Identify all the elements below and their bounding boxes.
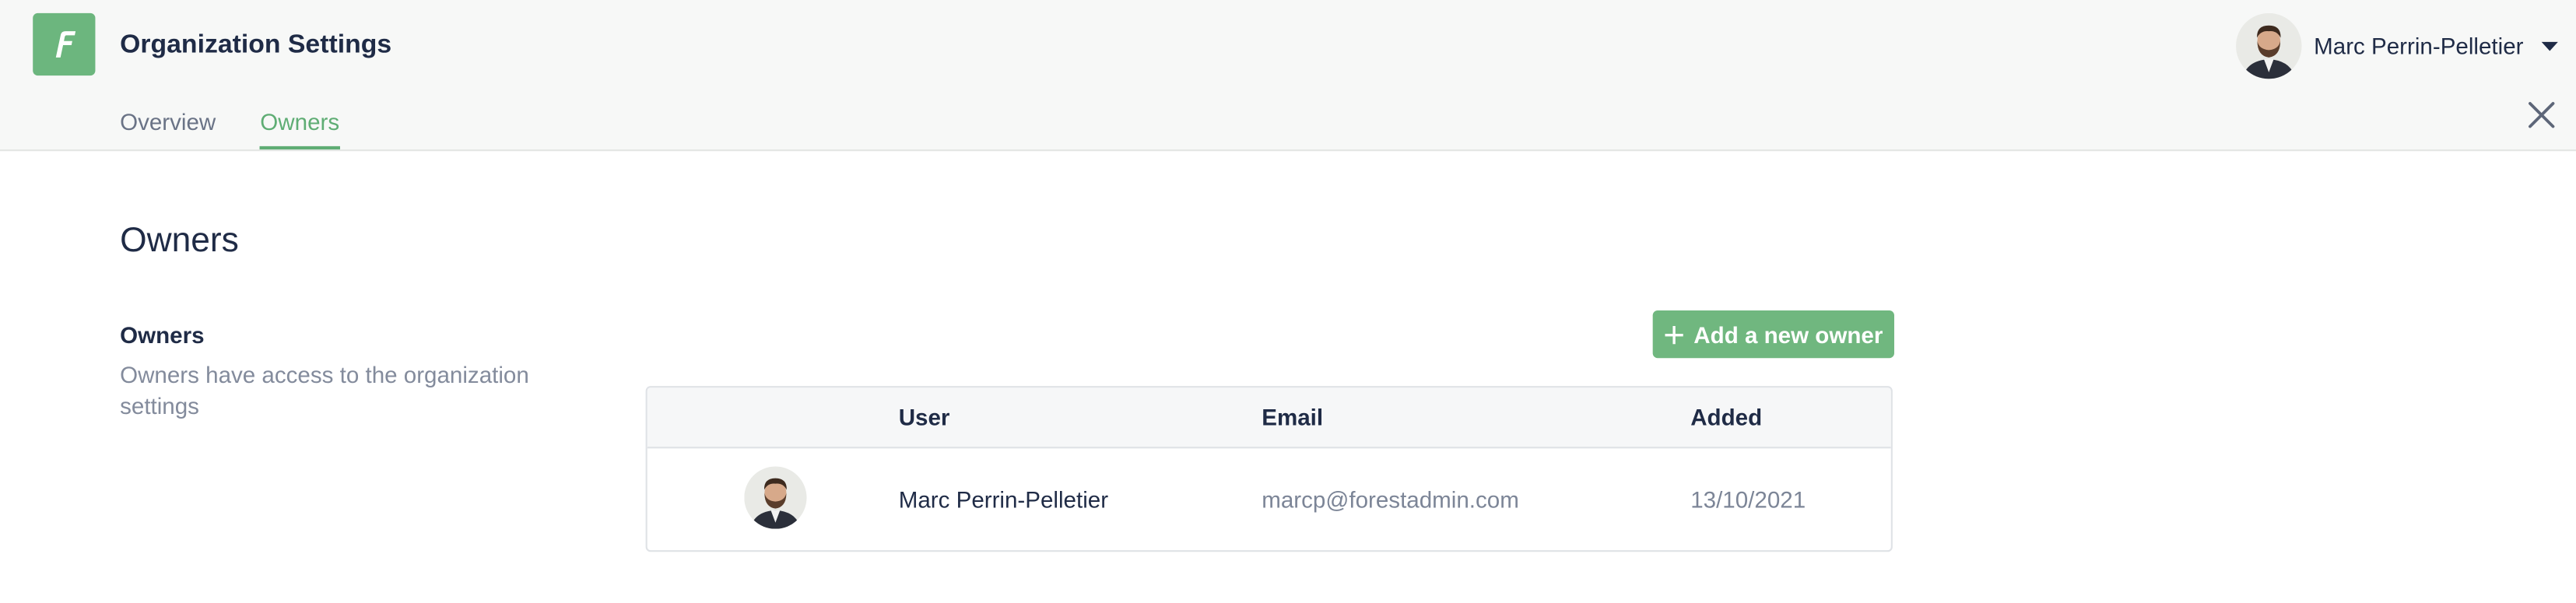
owner-added-date: 13/10/2021 bbox=[1690, 486, 1806, 513]
tab-overview[interactable]: Overview bbox=[120, 108, 216, 148]
app-title: Organization Settings bbox=[120, 31, 392, 59]
tab-owners[interactable]: Owners bbox=[260, 108, 340, 150]
app-logo[interactable] bbox=[33, 12, 96, 76]
section-description: Owners have access to the organization s… bbox=[120, 361, 529, 419]
user-avatar-icon bbox=[2236, 12, 2303, 79]
column-header-email: Email bbox=[1262, 404, 1324, 431]
chevron-down-icon bbox=[2541, 41, 2558, 51]
add-owner-label: Add a new owner bbox=[1693, 321, 1883, 348]
owner-avatar-icon bbox=[744, 466, 807, 529]
table-row[interactable]: Marc Perrin-Pelletier marcp@forestadmin.… bbox=[648, 448, 1891, 550]
owner-name: Marc Perrin-Pelletier bbox=[898, 486, 1109, 513]
owners-table: User Email Added Marc Perrin-Pelletier m… bbox=[645, 386, 1893, 552]
column-header-user: User bbox=[898, 404, 950, 431]
user-menu[interactable]: Marc Perrin-Pelletier bbox=[2236, 12, 2560, 79]
column-header-added: Added bbox=[1690, 404, 1763, 431]
plus-icon bbox=[1665, 324, 1683, 344]
close-icon[interactable] bbox=[2527, 100, 2557, 130]
user-name: Marc Perrin-Pelletier bbox=[2314, 33, 2524, 59]
owner-email: marcp@forestadmin.com bbox=[1262, 486, 1519, 513]
page-title: Owners bbox=[120, 221, 239, 260]
top-bar: Organization Settings Overview Owners Ma… bbox=[0, 0, 2576, 152]
add-owner-button[interactable]: Add a new owner bbox=[1652, 310, 1894, 359]
forest-logo-icon bbox=[55, 31, 76, 58]
table-header: User Email Added bbox=[647, 387, 1891, 449]
section-title: Owners bbox=[120, 321, 205, 349]
org-settings-page: Organization Settings Overview Owners Ma… bbox=[0, 0, 2576, 603]
tab-bar: Overview Owners bbox=[120, 108, 340, 150]
